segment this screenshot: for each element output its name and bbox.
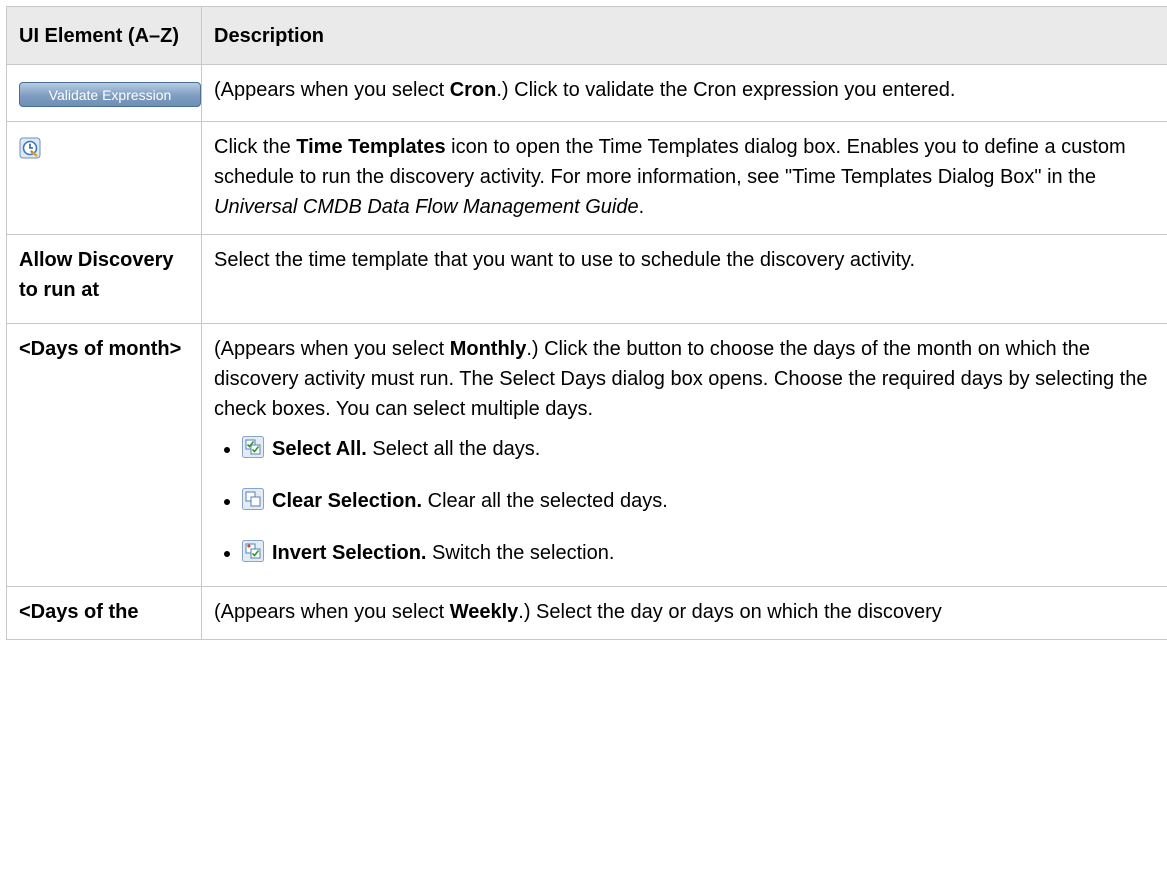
ui-element-name: <Days of the (6, 586, 202, 640)
list-item: Invert Selection. Switch the selection. (242, 536, 1155, 570)
select-all-icon (242, 435, 264, 458)
table-row: Allow Discovery to run at Select the tim… (6, 234, 1167, 324)
validate-expression-button: Validate Expression (19, 82, 201, 107)
table-row: Validate Expression (Appears when you se… (6, 64, 1167, 122)
ui-element-cell: Validate Expression (6, 64, 202, 122)
description-cell: (Appears when you select Cron.) Click to… (201, 64, 1167, 122)
header-ui-element: UI Element (A–Z) (6, 6, 202, 65)
description-cell: Click the Time Templates icon to open th… (201, 121, 1167, 235)
list-item: Clear Selection. Clear all the selected … (242, 484, 1155, 518)
description-cell: (Appears when you select Monthly.) Click… (201, 323, 1167, 587)
list-item: Select All. Select all the days. (242, 432, 1155, 466)
ui-element-name: Allow Discovery to run at (6, 234, 202, 324)
clear-selection-icon (242, 487, 264, 510)
description-cell: Select the time template that you want t… (201, 234, 1167, 324)
ui-elements-table: UI Element (A–Z) Description Validate Ex… (6, 6, 1167, 640)
ui-element-name: <Days of month> (6, 323, 202, 587)
table-row: <Days of the (Appears when you select We… (6, 586, 1167, 640)
table-row: Click the Time Templates icon to open th… (6, 121, 1167, 235)
time-templates-icon (19, 137, 41, 159)
table-row: <Days of month> (Appears when you select… (6, 323, 1167, 587)
selection-options-list: Select All. Select all the days. Clear S… (214, 432, 1155, 570)
header-description: Description (201, 6, 1167, 65)
invert-selection-icon (242, 539, 264, 562)
table-header-row: UI Element (A–Z) Description (6, 6, 1167, 65)
ui-element-cell (6, 121, 202, 235)
description-cell: (Appears when you select Weekly.) Select… (201, 586, 1167, 640)
